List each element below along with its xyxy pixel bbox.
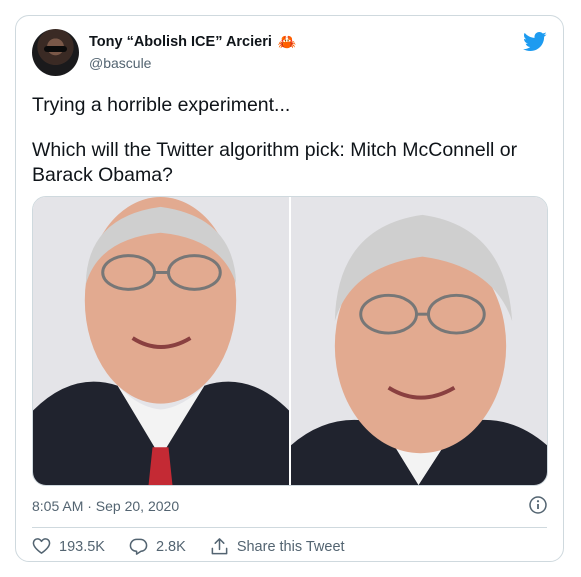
author-name[interactable]: Tony “Abolish ICE” Arcieri — [89, 34, 272, 50]
crab-emoji-icon: 🦀 — [277, 33, 297, 51]
author-row[interactable]: Tony “Abolish ICE” Arcieri 🦀 — [89, 34, 297, 50]
photo-right[interactable] — [291, 197, 547, 485]
divider — [32, 527, 547, 528]
avatar-glasses — [44, 46, 67, 52]
share-label: Share this Tweet — [236, 538, 345, 555]
author-handle[interactable]: @bascule — [89, 55, 151, 71]
tweet-text-line-1: Trying a horrible experiment... — [32, 94, 291, 116]
tweet-text-line-3: Barack Obama? — [32, 164, 173, 186]
share-button[interactable]: Share this Tweet — [210, 537, 345, 556]
tweet-text-line-2: Which will the Twitter algorithm pick: M… — [32, 139, 518, 161]
action-bar: 193.5K 2.8K Share this Tweet — [32, 537, 369, 556]
reply-icon — [129, 538, 148, 555]
heart-icon — [32, 538, 51, 554]
reply-count: 2.8K — [155, 538, 186, 555]
tweet-timestamp[interactable]: 8:05 AM · Sep 20, 2020 — [32, 498, 179, 514]
portrait-right-image — [291, 197, 547, 485]
info-icon[interactable] — [529, 496, 547, 514]
avatar[interactable] — [32, 29, 79, 76]
tweet-card[interactable]: Tony “Abolish ICE” Arcieri 🦀 @bascule Tr… — [15, 15, 564, 562]
tweet-media[interactable] — [32, 196, 548, 486]
twitter-bird-icon[interactable] — [523, 32, 547, 52]
photo-left[interactable] — [33, 197, 289, 485]
like-button[interactable]: 193.5K — [32, 537, 105, 556]
share-icon — [211, 538, 228, 555]
portrait-left-image — [33, 197, 289, 485]
reply-button[interactable]: 2.8K — [129, 537, 186, 556]
like-count: 193.5K — [59, 538, 105, 555]
